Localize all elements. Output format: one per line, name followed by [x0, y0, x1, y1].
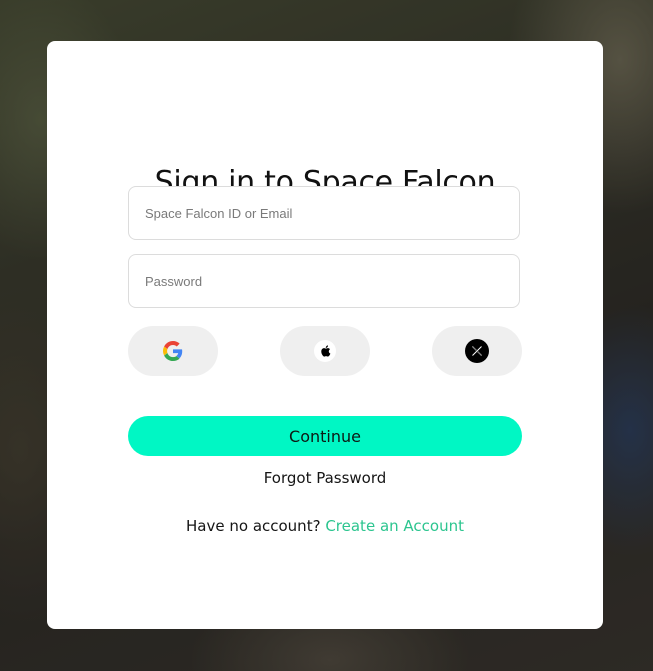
apple-signin-button[interactable]: [280, 326, 370, 376]
login-card: Sign in to Space Falcon Continue: [47, 41, 603, 629]
google-signin-button[interactable]: [128, 326, 218, 376]
no-account-text: Have no account?: [186, 517, 321, 535]
signup-row: Have no account? Create an Account: [47, 517, 603, 535]
x-icon: [465, 339, 489, 363]
x-signin-button[interactable]: [432, 326, 522, 376]
continue-button[interactable]: Continue: [128, 416, 522, 456]
google-icon: [163, 341, 183, 361]
forgot-password-row: Forgot Password: [47, 469, 603, 487]
password-field[interactable]: [128, 254, 520, 308]
email-field[interactable]: [128, 186, 520, 240]
apple-icon: [314, 340, 336, 362]
create-account-link[interactable]: Create an Account: [325, 517, 464, 535]
forgot-password-link[interactable]: Forgot Password: [264, 469, 387, 487]
